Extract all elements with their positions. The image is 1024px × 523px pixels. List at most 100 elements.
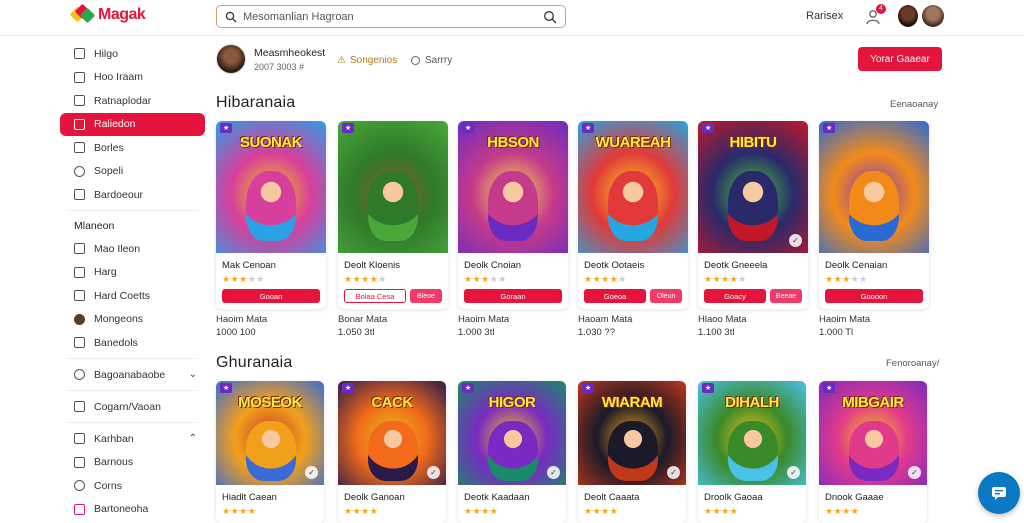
- search-bar[interactable]: [216, 5, 566, 28]
- primary-cta-button[interactable]: Yorar Gaaear: [858, 47, 942, 71]
- game-card[interactable]: ★ CACK ✓ Deolk Ganoan ★★★★: [338, 381, 446, 523]
- sidebar-item-label: Harg: [94, 266, 117, 278]
- sidebar-item-home[interactable]: Hilgo: [60, 42, 205, 65]
- sidebar-item-5[interactable]: Borles: [60, 136, 205, 159]
- new-tag-icon: ★: [702, 383, 715, 393]
- section-view-all-link[interactable]: Fenoroanay/: [886, 358, 939, 369]
- secondary-action-button[interactable]: Oleun: [650, 289, 682, 303]
- sidebar-item-7[interactable]: Bardoeour: [60, 183, 205, 206]
- checkmark-icon[interactable]: ✓: [547, 466, 560, 479]
- game-stat-value: 1.000 3tl: [458, 327, 495, 338]
- secondary-action-button[interactable]: Bleoe: [410, 289, 442, 303]
- chat-fab-button[interactable]: [978, 472, 1020, 514]
- avatar[interactable]: [898, 5, 918, 27]
- play-button[interactable]: Goraan: [464, 289, 562, 303]
- game-thumbnail[interactable]: ★ HBSON: [458, 121, 568, 253]
- game-thumbnail[interactable]: ★: [338, 121, 448, 253]
- search-input[interactable]: [237, 10, 543, 23]
- avatar-secondary[interactable]: [922, 5, 944, 27]
- play-button[interactable]: Gooan: [222, 289, 320, 303]
- game-card[interactable]: ★ MIBGAIR ✓ Dnook Gaaae ★★★★: [819, 381, 927, 523]
- game-card[interactable]: ★ MOSEOK ✓ Hiadlt Caean ★★★★: [216, 381, 324, 523]
- game-art-title: CACK: [371, 394, 413, 411]
- sidebar-item-15[interactable]: Karhban ⌃: [60, 427, 205, 450]
- play-button[interactable]: Goeoa: [584, 289, 646, 303]
- card-icon: [74, 290, 85, 301]
- sidebar-item-3[interactable]: Ratnaplodar: [60, 89, 205, 112]
- game-card[interactable]: ★ HBSON Deolk Cnoian ★★★★★ Goraan: [458, 121, 568, 309]
- profile-header[interactable]: Measmheokest 2007 3003 #: [216, 44, 325, 74]
- sidebar-item-11[interactable]: Mongeons: [60, 308, 205, 331]
- sidebar-item-label: Hoo Iraam: [94, 71, 144, 83]
- sidebar-item-8[interactable]: Mao Ileon: [60, 237, 205, 260]
- sidebar-item-17[interactable]: Corns: [60, 474, 205, 497]
- checkmark-icon[interactable]: ✓: [305, 466, 318, 479]
- notification-button[interactable]: 4: [864, 4, 886, 26]
- sidebar-item-active[interactable]: Raliedon: [60, 112, 205, 136]
- game-card[interactable]: ★ HIGOR ✓ Deotk Kaadaan ★★★★: [458, 381, 566, 523]
- character-figure: [488, 171, 538, 241]
- game-card[interactable]: ★ DIHALH ✓ Droolk Gaoaa ★★★★: [698, 381, 806, 523]
- game-art-title: HBSON: [487, 134, 539, 151]
- checkmark-icon[interactable]: ✓: [667, 466, 680, 479]
- play-button[interactable]: Goacy: [704, 289, 766, 303]
- section-view-all-link[interactable]: Eenaoanay: [890, 99, 938, 110]
- sidebar-item-16[interactable]: Barnous: [60, 451, 205, 474]
- game-stats: Haoim Mata 1.000 3tl: [458, 313, 509, 339]
- game-card[interactable]: ★ WUAREAH Deotk Ootaeis ★★★★★ Goeoa Oleun: [578, 121, 688, 309]
- sidebar-item-label: Karhban: [94, 432, 134, 445]
- sidebar-item-18[interactable]: Bartoneoha: [60, 498, 205, 521]
- game-title: Deolt Caaata: [584, 492, 640, 503]
- game-thumbnail[interactable]: ★: [819, 121, 929, 253]
- game-thumbnail[interactable]: ★ WIARAM ✓: [578, 381, 686, 485]
- secondary-action-button[interactable]: Beeae: [770, 289, 802, 303]
- checkmark-icon[interactable]: ✓: [789, 234, 802, 247]
- app-logo[interactable]: Magak: [69, 3, 146, 24]
- sidebar-item-12[interactable]: Banedols: [60, 331, 205, 354]
- sidebar-item-6[interactable]: Sopeli: [60, 160, 205, 183]
- game-card[interactable]: ★ Deolt Kloenis ★★★★★ Bolaa Cesa Bleoe: [338, 121, 448, 309]
- logo-icon: [69, 3, 96, 24]
- new-tag-icon: ★: [342, 123, 355, 133]
- game-card-meta: Deolt Caaata ★★★★: [578, 485, 686, 523]
- game-thumbnail[interactable]: ★ MOSEOK ✓: [216, 381, 324, 485]
- game-card[interactable]: ★ HIBITU ✓ Deotk Gneeela ★★★★★ Goacy Beeae: [698, 121, 808, 309]
- game-thumbnail[interactable]: ★ SUONAK: [216, 121, 326, 253]
- play-button[interactable]: Goooon: [825, 289, 923, 303]
- game-thumbnail[interactable]: ★ CACK ✓: [338, 381, 446, 485]
- status-badge-gold[interactable]: ⚠ Songenios: [337, 55, 397, 66]
- game-card-meta: Deotk Gneeela ★★★★★ Goacy Beeae: [698, 253, 808, 309]
- game-card[interactable]: ★ SUONAK Mak Cenoan ★★★★★ Gooan: [216, 121, 326, 309]
- play-button[interactable]: Bolaa Cesa: [344, 289, 406, 303]
- search-submit-icon[interactable]: [543, 10, 557, 24]
- header-menu-label[interactable]: Rarisex: [806, 10, 843, 22]
- game-thumbnail[interactable]: ★ HIGOR ✓: [458, 381, 566, 485]
- card-actions: Gooan: [222, 289, 320, 303]
- game-thumbnail[interactable]: ★ HIBITU ✓: [698, 121, 808, 253]
- game-thumbnail[interactable]: ★ DIHALH ✓: [698, 381, 806, 485]
- game-thumbnail[interactable]: ★ MIBGAIR ✓: [819, 381, 927, 485]
- checkmark-icon[interactable]: ✓: [427, 466, 440, 479]
- sidebar-item-9[interactable]: Harg: [60, 261, 205, 284]
- sidebar-item-13[interactable]: Bagoanabaobe ⌄: [60, 363, 205, 386]
- game-thumbnail[interactable]: ★ WUAREAH: [578, 121, 688, 253]
- game-stat-label: Bonar Mata: [338, 314, 388, 325]
- sidebar-item-label: Borles: [94, 141, 124, 154]
- sidebar-item-2[interactable]: Hoo Iraam: [60, 66, 205, 89]
- sidebar-item-14[interactable]: Cogarn/Vaoan: [60, 395, 205, 418]
- checkmark-icon[interactable]: ✓: [787, 466, 800, 479]
- warning-icon: ⚠: [337, 55, 346, 66]
- game-card-meta: Deolk Ganoan ★★★★: [338, 485, 446, 523]
- game-card-meta: Deotk Ootaeis ★★★★★ Goeoa Oleun: [578, 253, 688, 309]
- game-stat-value: 1.050 3tl: [338, 327, 375, 338]
- game-stats: Haoam Mata 1.030 ??: [578, 313, 632, 339]
- new-tag-icon: ★: [702, 123, 715, 133]
- status-badge-gray[interactable]: Sarrry: [411, 55, 452, 66]
- sidebar-item-10[interactable]: Hard Coetts: [60, 284, 205, 307]
- game-stat-value: 1000 100: [216, 327, 256, 338]
- game-card[interactable]: ★ Deolk Cenaian ★★★★★ Goooon: [819, 121, 929, 309]
- checkmark-icon[interactable]: ✓: [908, 466, 921, 479]
- game-card[interactable]: ★ WIARAM ✓ Deolt Caaata ★★★★: [578, 381, 686, 523]
- character-figure: [728, 421, 778, 481]
- game-stat-label: Haoim Mata: [216, 314, 268, 325]
